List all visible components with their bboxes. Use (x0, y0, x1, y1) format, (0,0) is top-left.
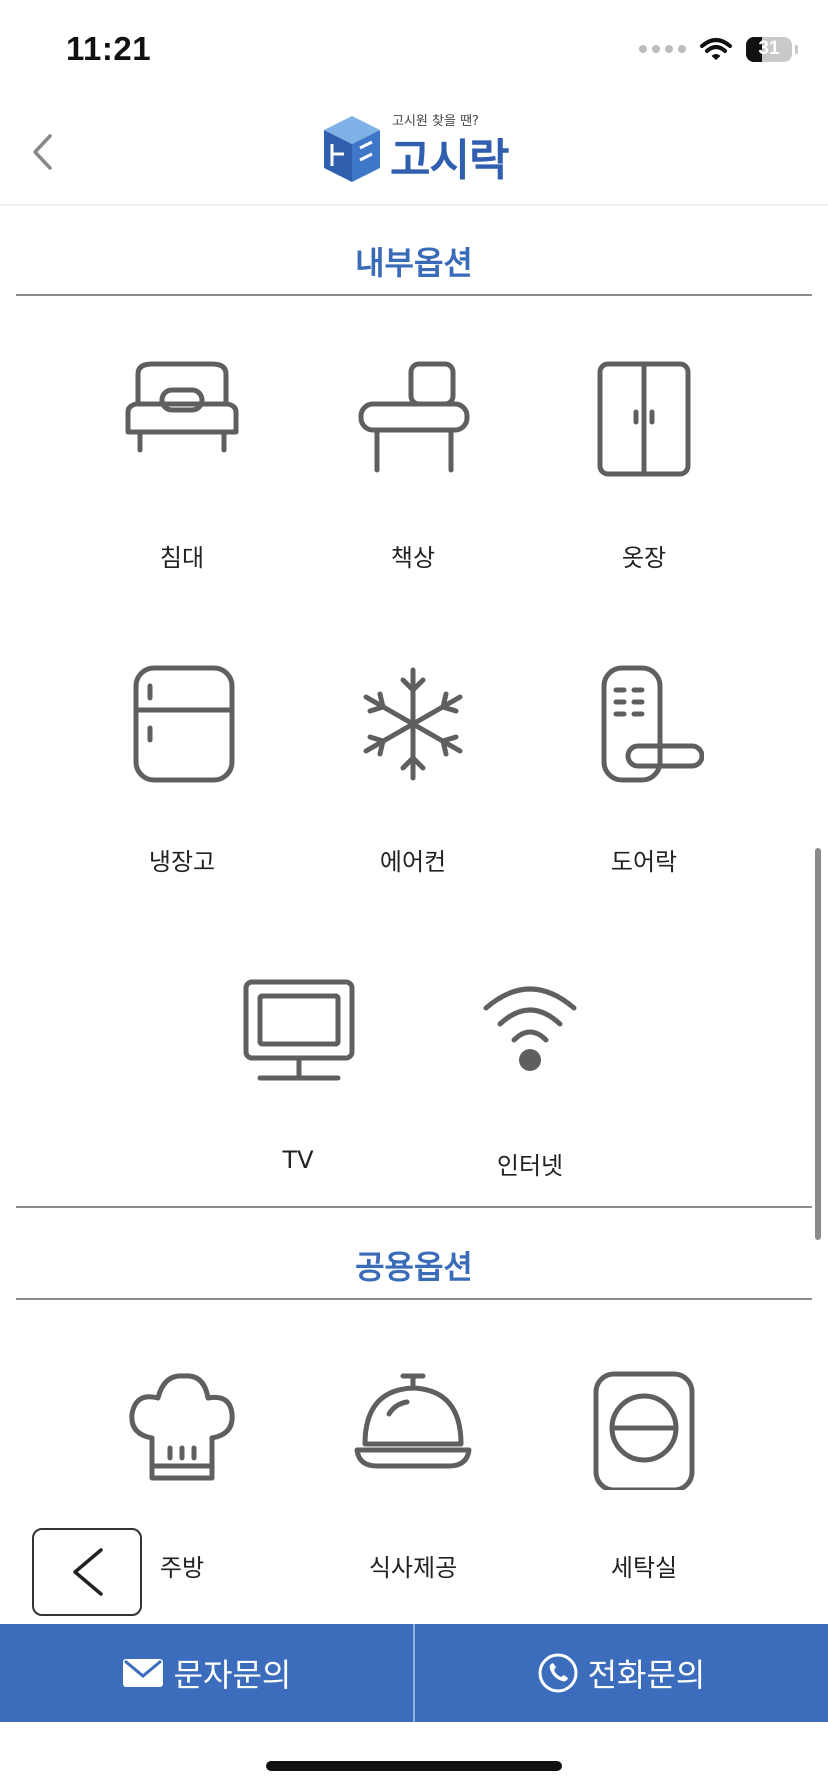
chevron-left-icon (33, 134, 52, 170)
option-label: 식사제공 (368, 1554, 458, 1582)
bottom-action-bar: 문자문의 전화문의 (0, 1624, 828, 1722)
option-label: TV (282, 1146, 314, 1174)
option-air-conditioner: 에어컨 (303, 664, 523, 904)
option-bed: 침대 (72, 360, 292, 600)
option-label: 세탁실 (610, 1554, 678, 1582)
section-divider (16, 1206, 812, 1208)
wardrobe-icon (597, 361, 691, 477)
logo[interactable]: 고시원 찾을 땐? 고시락 (320, 110, 510, 190)
option-wardrobe: 옷장 (534, 360, 754, 600)
option-desk: 책상 (303, 360, 523, 600)
logo-text: 고시락 (390, 135, 509, 186)
option-label: 책상 (390, 544, 436, 572)
option-refrigerator: 냉장고 (72, 664, 292, 904)
option-laundry: 세탁실 (534, 1370, 754, 1610)
option-label: 에어컨 (379, 848, 447, 876)
wifi-status-icon (700, 38, 732, 60)
tv-icon (243, 979, 355, 1081)
cloche-icon (354, 1373, 472, 1469)
option-label: 옷장 (621, 544, 667, 572)
door-lock-icon (601, 665, 704, 783)
battery-level: 31 (758, 37, 780, 59)
phone-icon (538, 1653, 578, 1693)
chef-hat-icon (129, 1373, 235, 1481)
option-tv: TV (188, 968, 408, 1208)
app-header: 고시원 찾을 땐? 고시락 (0, 96, 828, 206)
bed-icon (125, 361, 239, 453)
wifi-icon (483, 986, 577, 1071)
scroll-indicator[interactable] (815, 848, 821, 1240)
status-icons: 31 (639, 34, 798, 64)
section-divider (16, 1298, 812, 1300)
logo-cube-icon (324, 116, 380, 182)
call-inquiry-label: 전화문의 (587, 1656, 706, 1694)
desk-icon (358, 361, 470, 473)
option-meals: 식사제공 (303, 1370, 523, 1610)
status-time: 11:21 (66, 30, 152, 67)
option-label: 도어락 (610, 848, 678, 876)
option-internet: 인터넷 (420, 968, 640, 1208)
chevron-left-icon (73, 1548, 103, 1596)
signal-dots-icon (639, 45, 686, 53)
sms-inquiry-button[interactable]: 문자문의 (0, 1624, 413, 1722)
option-label: 인터넷 (496, 1152, 564, 1180)
internal-options-title: 내부옵션 (355, 244, 473, 282)
header-back-button[interactable] (22, 126, 62, 178)
section-divider (16, 294, 812, 296)
shared-options-title: 공용옵션 (355, 1248, 473, 1286)
snowflake-icon (363, 667, 463, 781)
envelope-icon (122, 1659, 163, 1687)
refrigerator-icon (133, 665, 235, 783)
floating-back-button[interactable] (32, 1528, 142, 1616)
option-label: 냉장고 (148, 848, 216, 876)
option-label: 침대 (159, 544, 205, 572)
sms-inquiry-label: 문자문의 (173, 1656, 292, 1694)
washing-machine-icon (593, 1371, 695, 1490)
battery-icon: 31 (746, 36, 798, 62)
call-inquiry-button[interactable]: 전화문의 (415, 1624, 828, 1722)
option-door-lock: 도어락 (534, 664, 754, 904)
home-indicator[interactable] (266, 1761, 562, 1771)
status-bar: 11:21 31 (0, 0, 828, 96)
